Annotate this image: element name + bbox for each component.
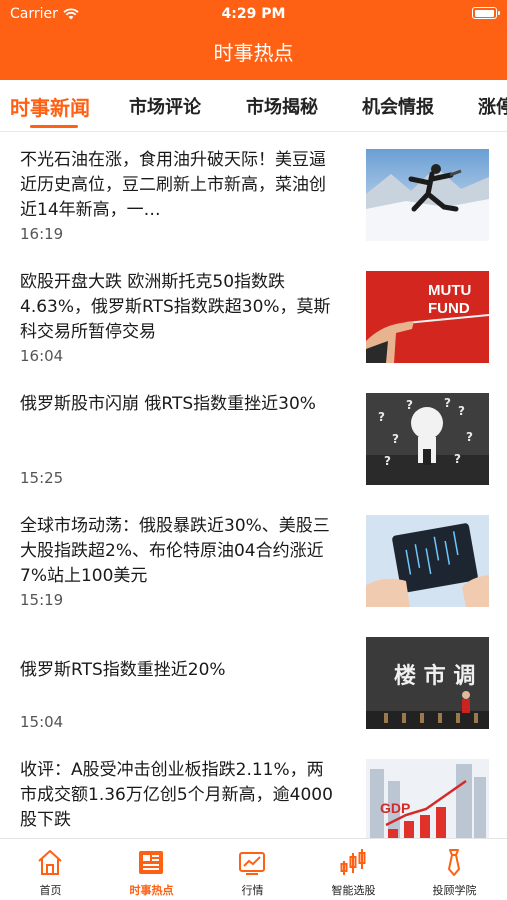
tie-icon [448,849,460,876]
candlestick-icon [340,849,366,875]
tab-current-news[interactable]: 时事新闻 [10,92,90,121]
thumb-text-mutual: MUTU [428,282,471,299]
chart-icon [239,852,265,875]
svg-text:?: ? [444,396,451,410]
news-time: 15:25 [20,469,64,487]
news-time: 16:04 [20,347,64,365]
tabbar-label: 投顾学院 [432,884,477,897]
news-icon [139,851,163,874]
svg-text:?: ? [458,404,465,418]
news-thumbnail: MUTU FUND [366,271,489,363]
thumb-text-loushi: 楼 市 调 [394,663,475,689]
news-item[interactable]: 欧股开盘大跌 欧洲斯托克50指数跌4.63%，俄罗斯RTS指数跌超30%，莫斯科… [0,256,507,378]
svg-text:?: ? [466,430,473,444]
thumb-text-gdp: GDP [380,800,410,816]
news-item[interactable]: 俄罗斯股市闪崩 俄RTS指数重挫近30% 15:25 ??? ??? ?? [0,378,507,500]
svg-text:?: ? [378,410,385,424]
tabbar-news[interactable]: 时事热点 [101,839,202,900]
home-icon [38,850,62,875]
tab-market-comments[interactable]: 市场评论 [129,93,201,119]
tabbar-market[interactable]: 行情 [202,839,303,900]
svg-text:?: ? [454,452,461,466]
svg-text:?: ? [392,432,399,446]
tab-limit-up[interactable]: 涨停 [478,93,507,119]
status-bar: Carrier 4:29 PM [0,0,507,28]
tabbar-stock-picker[interactable]: 智能选股 [303,839,404,900]
bottom-tab-bar: 首页 时事热点 行情 智能选股 投顾学院 [0,838,507,900]
tabbar-academy[interactable]: 投顾学院 [404,839,505,900]
active-tab-indicator [30,125,78,128]
news-thumbnail: ??? ??? ?? [366,393,489,485]
news-title: 收评：A股受冲击创业板指跌2.11%，两市成交额1.36万亿创5个月新高，逾40… [20,760,333,830]
news-item[interactable]: 全球市场动荡：俄股暴跌近30%、美股三大股指跌超2%、布伦特原油04合约涨近7%… [0,500,507,622]
tabbar-label: 首页 [39,884,62,897]
svg-text:?: ? [406,398,413,412]
news-thumbnail [366,515,489,607]
news-thumbnail [366,149,489,241]
news-title: 不光石油在涨，食用油升破天际！美豆逼近历史高位，豆二刷新上市新高，菜油创近14年… [20,150,326,220]
news-time: 15:19 [20,591,64,609]
tab-market-secrets[interactable]: 市场揭秘 [246,93,318,119]
tabbar-label: 智能选股 [331,884,376,897]
news-item[interactable]: 俄罗斯RTS指数重挫近20% 15:04 楼 市 调 [0,622,507,744]
status-time: 4:29 PM [221,6,286,22]
tabbar-label: 行情 [241,884,264,897]
news-title: 俄罗斯RTS指数重挫近20% [20,660,226,680]
page-title: 时事热点 [213,41,294,65]
news-thumbnail: 楼 市 调 [366,637,489,729]
tabbar-home[interactable]: 首页 [0,839,101,900]
news-time: 15:04 [20,713,64,731]
nav-bar: 时事热点 [0,28,507,80]
news-title: 俄罗斯股市闪崩 俄RTS指数重挫近30% [20,394,316,414]
svg-text:?: ? [384,454,391,468]
battery-icon [472,7,500,19]
news-item[interactable]: 不光石油在涨，食用油升破天际！美豆逼近历史高位，豆二刷新上市新高，菜油创近14年… [0,134,507,256]
news-title: 全球市场动荡：俄股暴跌近30%、美股三大股指跌超2%、布伦特原油04合约涨近7%… [20,516,330,586]
thumb-text-fund: FUND [428,300,470,317]
news-title: 欧股开盘大跌 欧洲斯托克50指数跌4.63%，俄罗斯RTS指数跌超30%，莫斯科… [20,272,331,342]
tab-opportunity-intel[interactable]: 机会情报 [362,93,434,119]
news-time: 16:19 [20,225,64,243]
tabbar-label: 时事热点 [129,884,174,897]
